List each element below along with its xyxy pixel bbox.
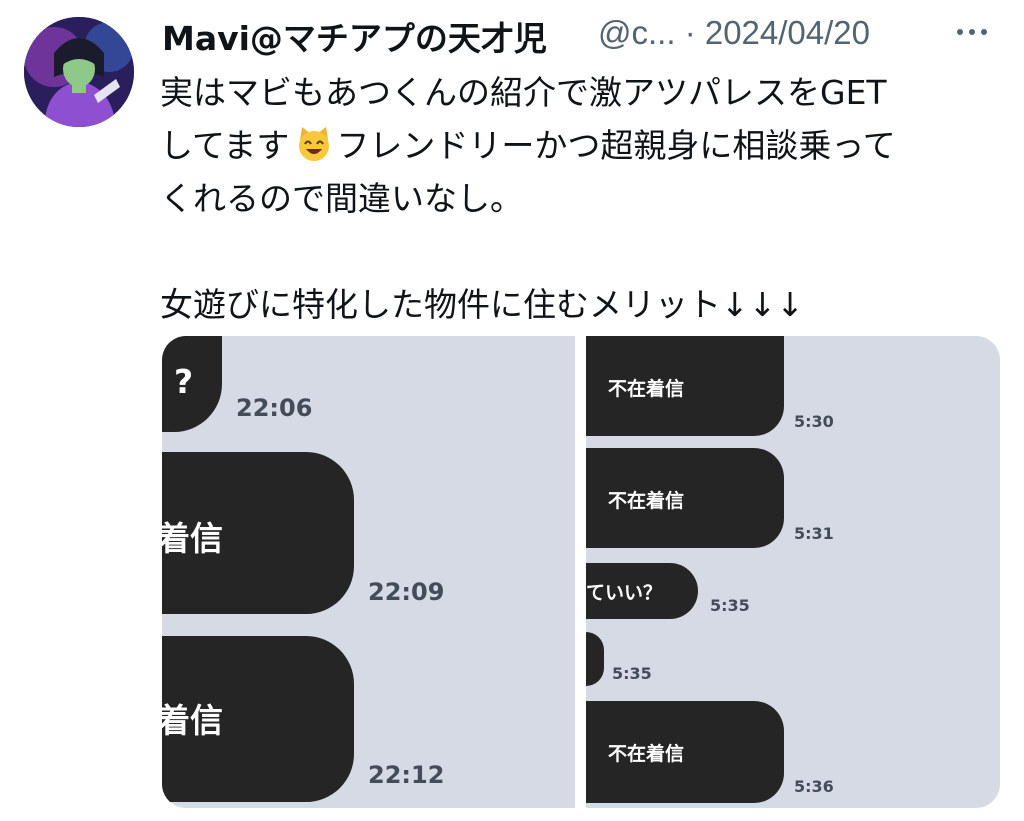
chat-bubble: 着信 <box>162 452 354 614</box>
chat-bubble: 不在着信 <box>586 448 784 548</box>
avatar[interactable] <box>24 17 134 127</box>
chat-time: 22:12 <box>368 761 445 789</box>
attached-image[interactable]: ? 22:06 着信 22:09 着信 22:12 不在着信 5:30 不在着信… <box>162 336 1000 808</box>
chat-time: 22:06 <box>236 394 313 422</box>
chat-time: 5:35 <box>710 596 750 615</box>
chat-bubble <box>586 632 604 686</box>
author-meta: @c... · 2024/04/20 <box>598 14 870 52</box>
tweet-text: 実はマビもあつくんの紹介で激アツパレスをGET してます フレンドリーかつ超親身… <box>160 66 1005 331</box>
handle[interactable]: @c... <box>598 14 676 51</box>
chat-bubble: ていい？ <box>586 563 698 619</box>
image-divider <box>575 336 586 808</box>
more-dots-icon[interactable] <box>952 12 992 52</box>
tweet-line: フレンドリーかつ超親身に相談乗って <box>336 126 896 165</box>
tweet-line: 女遊びに特化した物件に住むメリット↓↓↓ <box>160 285 804 324</box>
chat-time: 5:36 <box>794 777 834 796</box>
chat-bubble: 不在着信 <box>586 701 784 803</box>
tweet-line: してます <box>160 126 290 165</box>
chat-time: 5:30 <box>794 412 834 431</box>
chat-time: 5:31 <box>794 524 834 543</box>
tweet-line: くれるので間違いなし。 <box>160 179 523 218</box>
display-name[interactable]: Mavi@マチアプの天才児 <box>162 12 547 60</box>
chat-bubble: 着信 <box>162 636 354 802</box>
post-date[interactable]: · 2024/04/20 <box>685 14 870 51</box>
avatar-image <box>24 17 134 127</box>
smiling-cat-emoji <box>294 124 334 164</box>
chat-time: 22:09 <box>368 578 445 606</box>
chat-bubble: ? <box>162 336 222 432</box>
chat-time: 5:35 <box>612 664 652 683</box>
tweet-line-with-emoji: してます フレンドリーかつ超親身に相談乗って <box>160 119 1005 172</box>
chat-bubble: 不在着信 <box>586 336 784 436</box>
tweet-line: 実はマビもあつくんの紹介で激アツパレスをGET <box>160 73 887 112</box>
tweet-header: Mavi@マチアプの天才児 @c... · 2024/04/20 <box>162 12 1002 58</box>
